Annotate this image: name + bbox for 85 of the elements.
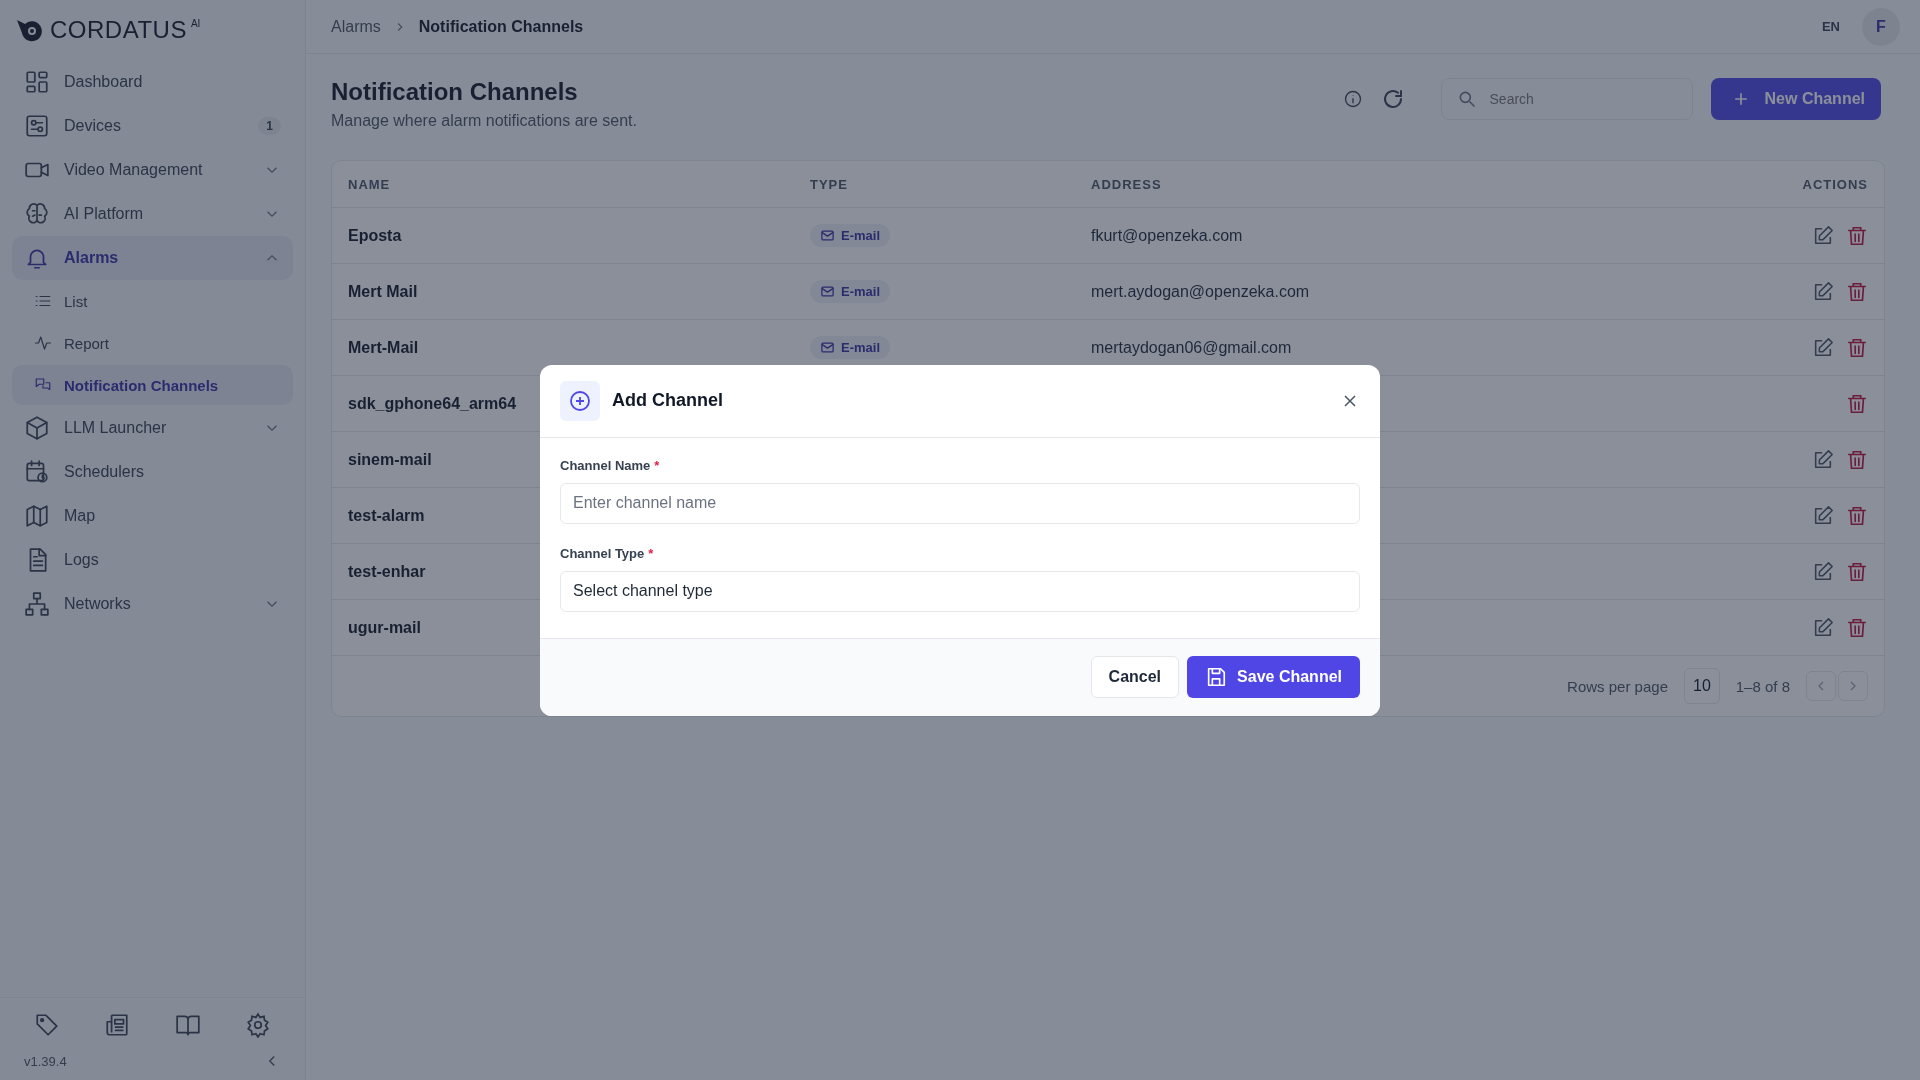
rows-per-page-select[interactable]: 10: [1684, 668, 1720, 704]
delete-icon[interactable]: [1846, 448, 1868, 471]
table-cell: mertaydogan06@gmail.com: [1091, 338, 1292, 356]
sidebar-item[interactable]: Schedulers: [12, 450, 293, 494]
type-tag: E-mail: [810, 280, 890, 303]
map-icon: [24, 503, 50, 529]
sidebar-item[interactable]: Devices 1: [12, 104, 293, 148]
sidebar-item[interactable]: Map: [12, 494, 293, 538]
edit-icon[interactable]: [1812, 448, 1834, 471]
rows-per-page-label: Rows per page: [1567, 677, 1668, 695]
brand-name: CORDATUS: [50, 16, 187, 44]
cube-icon: [24, 415, 50, 441]
device-icon: [24, 113, 50, 139]
table-cell: Eposta: [348, 226, 402, 244]
edit-icon[interactable]: [1812, 336, 1834, 359]
sidebar-item[interactable]: Networks: [12, 582, 293, 626]
delete-icon[interactable]: [1846, 560, 1868, 583]
edit-icon[interactable]: [1812, 280, 1834, 303]
column-header: TYPE: [810, 176, 849, 192]
table-cell: Mert Mail: [348, 282, 418, 300]
delete-icon[interactable]: [1846, 616, 1868, 639]
mail-icon: [820, 340, 835, 355]
table-cell: sdk_gphone64_arm64: [348, 394, 517, 412]
column-header: ACTIONS: [1801, 176, 1868, 192]
brand-suffix: AI: [190, 18, 201, 29]
required-mark: *: [648, 545, 654, 561]
delete-icon[interactable]: [1846, 280, 1868, 303]
type-tag: E-mail: [810, 224, 890, 247]
table-cell: test-enhar: [348, 562, 426, 580]
settings-icon[interactable]: [245, 1012, 271, 1038]
table-cell: fkurt@openzeka.com: [1091, 226, 1243, 244]
edit-icon[interactable]: [1812, 224, 1834, 247]
edit-icon[interactable]: [1812, 560, 1834, 583]
mail-icon: [820, 228, 835, 243]
required-mark: *: [654, 457, 660, 473]
page-range: 1–8 of 8: [1735, 677, 1790, 695]
sidebar-item[interactable]: Dashboard: [12, 60, 293, 104]
grid-icon: [24, 69, 50, 95]
newspaper-icon[interactable]: [104, 1012, 131, 1038]
sidebar-subitem[interactable]: List: [12, 281, 293, 321]
search-field[interactable]: Search: [1440, 78, 1693, 120]
language-label[interactable]: EN: [1821, 19, 1840, 34]
page-subtitle: Manage where alarm notifications are sent.: [331, 112, 637, 130]
edit-icon[interactable]: [1812, 616, 1834, 639]
sidebar-item[interactable]: AI Platform: [12, 192, 293, 236]
save-button[interactable]: Save Channel: [1187, 656, 1360, 698]
table-cell: Mert-Mail: [348, 338, 419, 356]
edit-icon[interactable]: [1812, 504, 1834, 527]
delete-icon[interactable]: [1846, 336, 1868, 359]
sidebar-item[interactable]: LLM Launcher: [12, 406, 293, 450]
calendar-clock-icon: [24, 459, 50, 485]
delete-icon[interactable]: [1846, 504, 1868, 527]
pulse-icon: [34, 334, 52, 352]
column-header: NAME: [348, 176, 392, 192]
sidebar-subitem[interactable]: Report: [12, 323, 293, 363]
page-title: Notification Channels: [331, 78, 579, 106]
input-field[interactable]: Enter channel name: [560, 482, 1360, 524]
column-header: ADDRESS: [1091, 176, 1163, 192]
info-icon[interactable]: [1342, 89, 1363, 109]
new-channel-button[interactable]: New Channel: [1710, 78, 1881, 120]
type-tag: E-mail: [810, 336, 890, 359]
delete-icon[interactable]: [1846, 224, 1868, 247]
book-icon[interactable]: [174, 1012, 201, 1038]
select-field[interactable]: Select channel type: [560, 570, 1360, 612]
network-icon: [24, 591, 50, 617]
breadcrumb-item: Notification Channels: [418, 17, 584, 36]
table-cell: mert.aydogan@openzeka.com: [1091, 282, 1310, 300]
dialog-title: Add Channel: [612, 390, 724, 411]
breadcrumb-item[interactable]: Alarms: [331, 17, 381, 36]
cancel-button[interactable]: Cancel: [1090, 656, 1180, 698]
field-label: Channel Name: [560, 457, 651, 473]
tag-icon[interactable]: [34, 1012, 60, 1038]
sidebar-item[interactable]: Video Management: [12, 148, 293, 192]
brain-icon: [24, 201, 50, 227]
delete-icon[interactable]: [1846, 392, 1868, 415]
sidebar-subitem[interactable]: Notification Channels: [12, 365, 293, 405]
version-label: v1.39.4: [24, 1053, 67, 1069]
user-avatar[interactable]: F: [1862, 7, 1900, 46]
sidebar-item[interactable]: Logs: [12, 538, 293, 582]
table-cell: test-alarm: [348, 506, 425, 524]
sidebar-item[interactable]: Alarms: [12, 236, 293, 280]
mail-icon: [820, 284, 835, 299]
table-cell: ugur-mail: [348, 618, 421, 636]
field-label: Channel Type: [560, 545, 645, 561]
table-cell: sinem-mail: [348, 450, 432, 468]
